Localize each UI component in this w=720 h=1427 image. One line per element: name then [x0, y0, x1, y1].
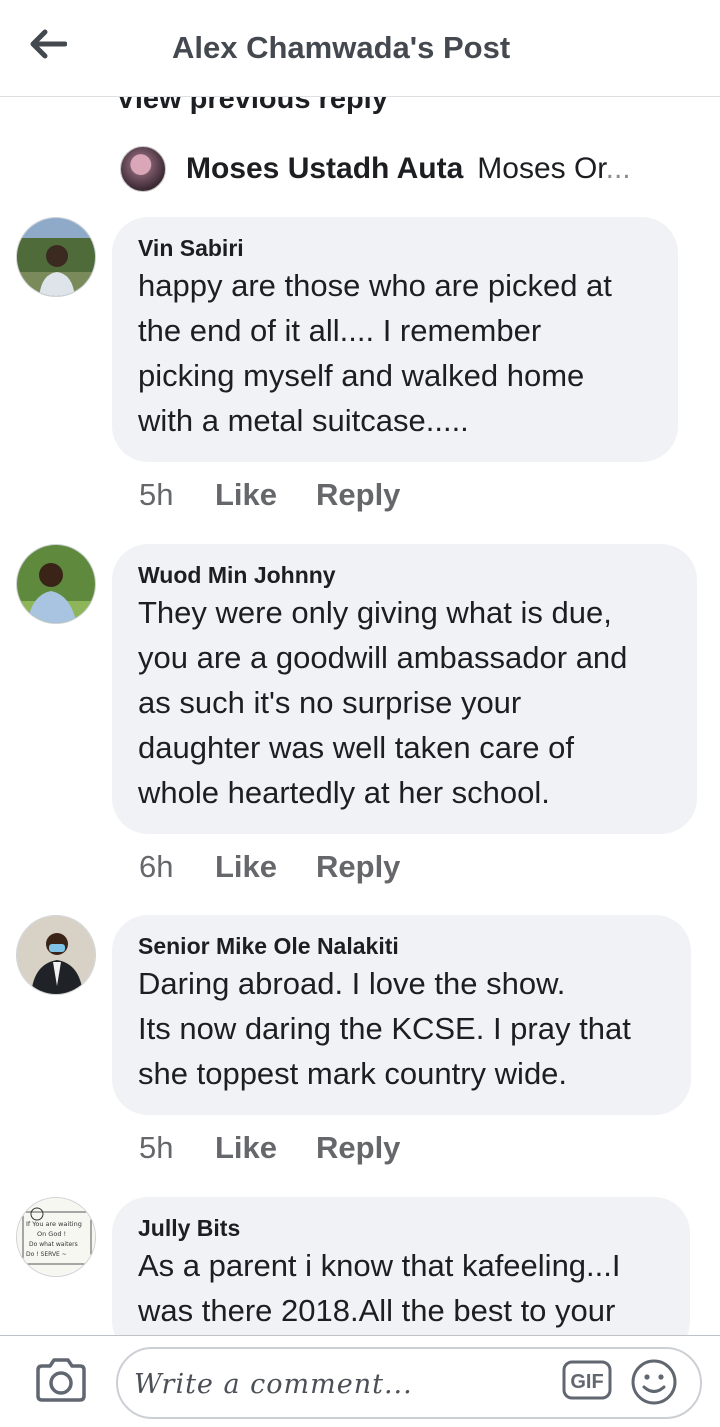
camera-icon — [36, 1358, 86, 1402]
back-button[interactable] — [26, 24, 70, 64]
comment-text: As a parent i know that kafeeling...I wa… — [138, 1248, 621, 1328]
like-button[interactable]: Like — [215, 1130, 316, 1166]
avatar[interactable] — [120, 146, 166, 192]
comment-author[interactable]: Wuod Min Johnny — [138, 560, 669, 590]
collapsed-reply[interactable]: Moses Ustadh Auta Moses Or... — [120, 145, 631, 193]
like-button[interactable]: Like — [215, 477, 316, 513]
view-previous-replies-link[interactable]: View previous reply — [116, 97, 388, 116]
comment-author[interactable]: Senior Mike Ole Nalakiti — [138, 931, 663, 961]
truncation-ellipsis: ... — [605, 152, 631, 185]
reply-author[interactable]: Moses Ustadh Auta — [186, 152, 463, 186]
comment-bubble[interactable]: Jully Bits As a parent i know that kafee… — [112, 1197, 690, 1335]
page-title: Alex Chamwada's Post — [172, 30, 511, 65]
comment-timestamp: 5h — [139, 1130, 174, 1165]
comment-timestamp: 5h — [139, 477, 174, 512]
gif-button[interactable]: GIF — [562, 1360, 612, 1400]
avatar[interactable] — [16, 217, 96, 297]
comment-actions: 6h Like Reply — [139, 849, 400, 885]
camera-button[interactable] — [34, 1356, 88, 1404]
comment-text: They were only giving what is due, you a… — [138, 595, 628, 810]
reply-button[interactable]: Reply — [316, 849, 400, 885]
svg-text:Do ! SERVE ~: Do ! SERVE ~ — [26, 1251, 67, 1258]
comment-input[interactable]: Write a comment... — [116, 1347, 702, 1419]
like-button[interactable]: Like — [215, 849, 316, 885]
comment-bubble[interactable]: Vin Sabiri happy are those who are picke… — [112, 217, 678, 462]
comment-author[interactable]: Vin Sabiri — [138, 233, 650, 263]
comment-text: happy are those who are picked at the en… — [138, 268, 612, 438]
comment-input-placeholder: Write a comment... — [134, 1369, 413, 1400]
avatar[interactable] — [16, 915, 96, 995]
comment-bubble[interactable]: Senior Mike Ole Nalakiti Daring abroad. … — [112, 915, 691, 1115]
reply-button[interactable]: Reply — [316, 1130, 400, 1166]
svg-text:If You are waiting: If You are waiting — [26, 1220, 82, 1228]
comment-composer: Write a comment... GIF — [0, 1335, 720, 1427]
comment-text: Daring abroad. I love the show. Its now … — [138, 966, 631, 1091]
comment-author[interactable]: Jully Bits — [138, 1213, 662, 1243]
svg-text:On God !: On God ! — [37, 1230, 66, 1238]
svg-text:Do what waiters: Do what waiters — [29, 1241, 78, 1248]
app-header: Alex Chamwada's Post — [0, 0, 720, 97]
comment-timestamp: 6h — [139, 849, 174, 884]
comment-thread: View previous reply Moses Ustadh Auta Mo… — [0, 97, 720, 1335]
avatar[interactable] — [16, 544, 96, 624]
reply-snippet: Moses Or... — [477, 152, 631, 185]
emoji-button[interactable] — [630, 1358, 678, 1406]
reply-button[interactable]: Reply — [316, 477, 400, 513]
comment-actions: 5h Like Reply — [139, 1130, 400, 1166]
comment-bubble[interactable]: Wuod Min Johnny They were only giving wh… — [112, 544, 697, 834]
comment-actions: 5h Like Reply — [139, 477, 400, 513]
smiley-icon — [631, 1359, 677, 1405]
gif-label: GIF — [570, 1371, 603, 1393]
avatar-quote-image: If You are waiting On God ! Do what wait… — [17, 1198, 95, 1276]
arrow-left-icon — [30, 29, 67, 59]
avatar[interactable]: If You are waiting On God ! Do what wait… — [16, 1197, 96, 1277]
